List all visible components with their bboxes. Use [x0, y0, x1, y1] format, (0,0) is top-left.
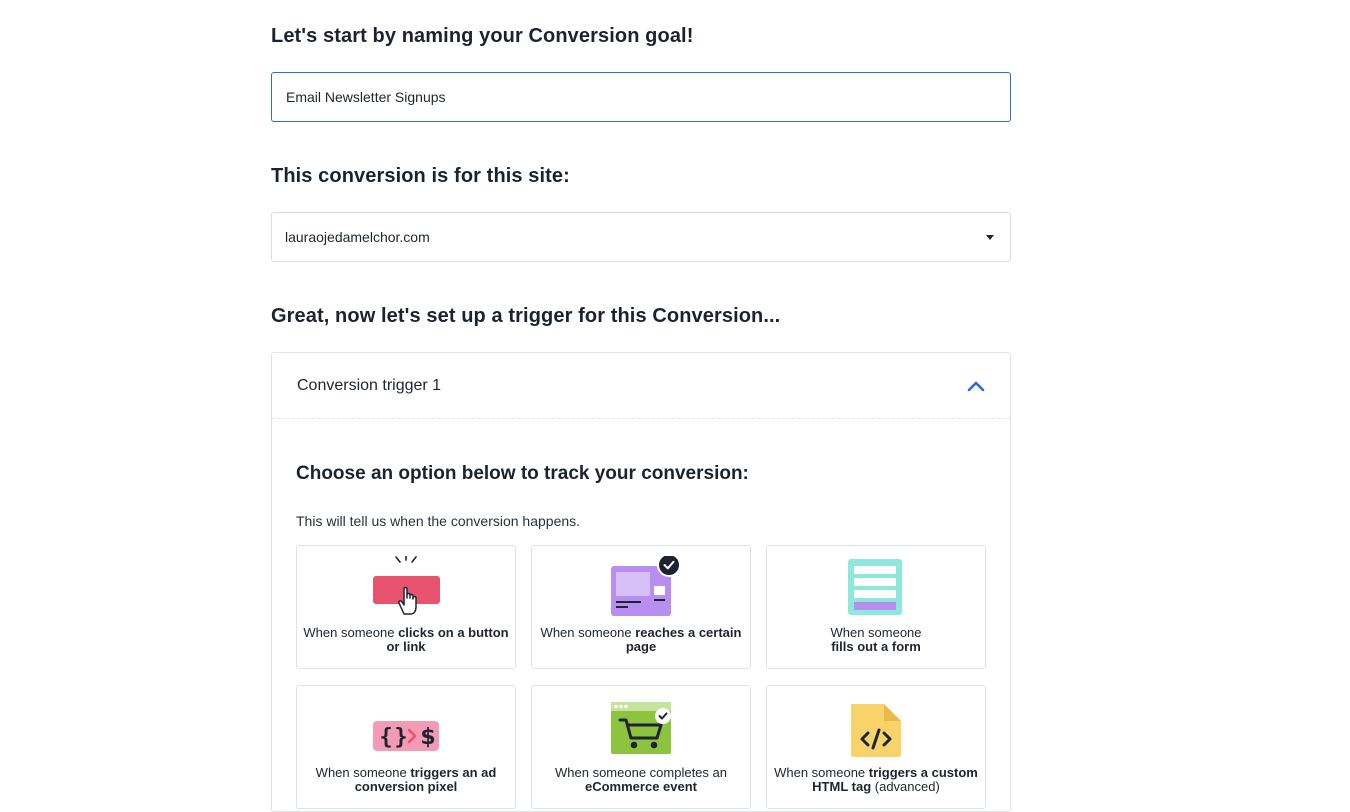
option-caption: When someone fills out a form: [830, 625, 922, 654]
button-click-icon: [373, 556, 440, 615]
html-tag-icon: [851, 704, 901, 757]
site-select[interactable]: lauraojedamelchor.com: [271, 212, 1011, 262]
site-heading: This conversion is for this site:: [271, 165, 570, 187]
page-reach-icon: [611, 556, 681, 616]
option-caption: When someone reaches a certain page: [540, 625, 742, 654]
chevron-up-icon[interactable]: [967, 380, 985, 392]
conversion-trigger-panel: Conversion trigger 1 Choose an option be…: [271, 352, 1011, 812]
trigger-heading: Great, now let's set up a trigger for th…: [271, 305, 781, 327]
caret-down-icon: [986, 234, 994, 240]
option-caption: When someone triggers an ad conversion p…: [315, 765, 497, 794]
ad-pixel-icon: { } $: [373, 721, 439, 751]
svg-text:{: {: [379, 725, 392, 750]
trigger-panel-header[interactable]: Conversion trigger 1: [272, 353, 1010, 419]
site-select-value: lauraojedamelchor.com: [285, 229, 430, 245]
svg-text:$: $: [420, 725, 435, 750]
form-icon: [848, 559, 902, 615]
svg-text:}: }: [394, 725, 407, 750]
goal-name-input[interactable]: [271, 72, 1011, 122]
option-caption: When someone clicks on a button or link: [303, 625, 509, 654]
trigger-panel-title: Conversion trigger 1: [297, 376, 442, 394]
option-reach-page[interactable]: When someone reaches a certain page: [531, 545, 751, 669]
option-fill-form[interactable]: When someone fills out a form: [766, 545, 986, 669]
option-ecommerce-event[interactable]: When someone completes an eCommerce even…: [531, 685, 751, 809]
choose-option-heading: Choose an option below to track your con…: [296, 463, 749, 484]
option-click-button[interactable]: When someone clicks on a button or link: [296, 545, 516, 669]
option-ad-pixel[interactable]: { } $ When someone triggers an ad conver…: [296, 685, 516, 809]
option-custom-html-tag[interactable]: When someone triggers a custom HTML tag …: [766, 685, 986, 809]
helper-text: This will tell us when the conversion ha…: [296, 513, 581, 529]
goal-name-heading: Let's start by naming your Conversion go…: [271, 25, 694, 47]
option-caption: When someone completes an eCommerce even…: [555, 765, 727, 794]
option-caption: When someone triggers a custom HTML tag …: [774, 765, 978, 794]
ecommerce-cart-icon: [611, 702, 671, 754]
